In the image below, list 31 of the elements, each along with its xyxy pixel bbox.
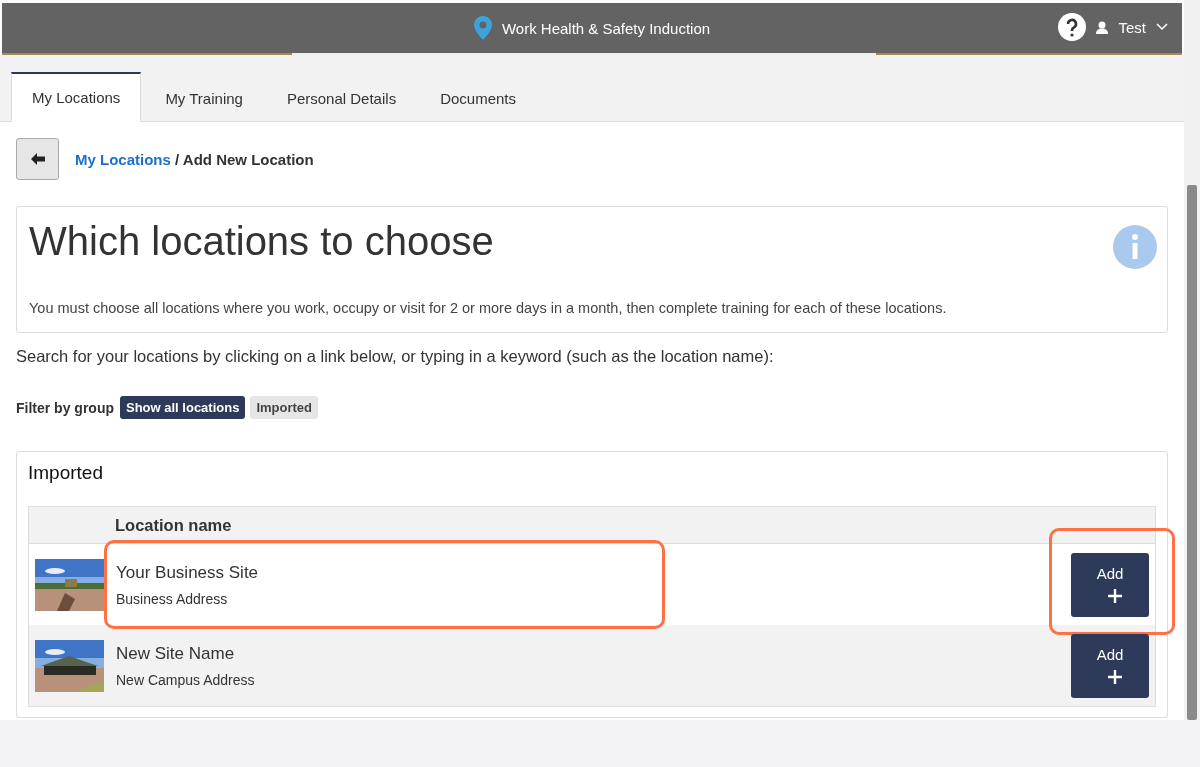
add-button[interactable]: Add (1071, 633, 1149, 698)
location-name: Your Business Site (116, 562, 260, 583)
location-pin-icon (473, 16, 492, 40)
card-title: Which locations to choose (29, 219, 495, 264)
tab[interactable]: My Locations (11, 72, 142, 122)
user-icon (1096, 20, 1109, 34)
location-address: Business Address (116, 590, 229, 607)
tab[interactable]: Documents (420, 72, 536, 122)
tab[interactable]: My Training (145, 72, 263, 122)
filter-chip[interactable]: Show all locations (120, 396, 246, 419)
filter-label: Filter by group (16, 399, 114, 416)
help-icon[interactable] (1058, 13, 1087, 41)
location-name: New Site Name (116, 643, 236, 664)
plus-icon (1107, 669, 1123, 685)
user-menu[interactable]: Test (1118, 18, 1146, 36)
search-hint: Search for your locations by clicking on a link below, or typing in a keyword (such as the location name): (16, 347, 775, 366)
breadcrumb-current: / Add New Location (175, 150, 314, 168)
filter-chip[interactable]: Imported (250, 396, 319, 419)
breadcrumb-link[interactable]: My Locations (75, 150, 171, 168)
column-header: Location name (115, 515, 232, 535)
arrow-left-icon (30, 153, 45, 165)
app-title: Work Health & Safety Induction (501, 19, 711, 37)
chevron-down-icon[interactable] (1156, 23, 1168, 31)
scrollbar[interactable] (1184, 0, 1200, 720)
tab[interactable]: Personal Details (266, 72, 417, 122)
card-text: You must choose all locations where you work, occupy or visit for 2 or more days in a month, then complete training for each of these locations. (29, 300, 948, 316)
back-button[interactable] (16, 138, 59, 180)
group-title: Imported (28, 462, 104, 484)
location-address: New Campus Address (116, 671, 256, 688)
plus-icon (1107, 588, 1123, 604)
add-button[interactable]: Add (1071, 552, 1149, 617)
